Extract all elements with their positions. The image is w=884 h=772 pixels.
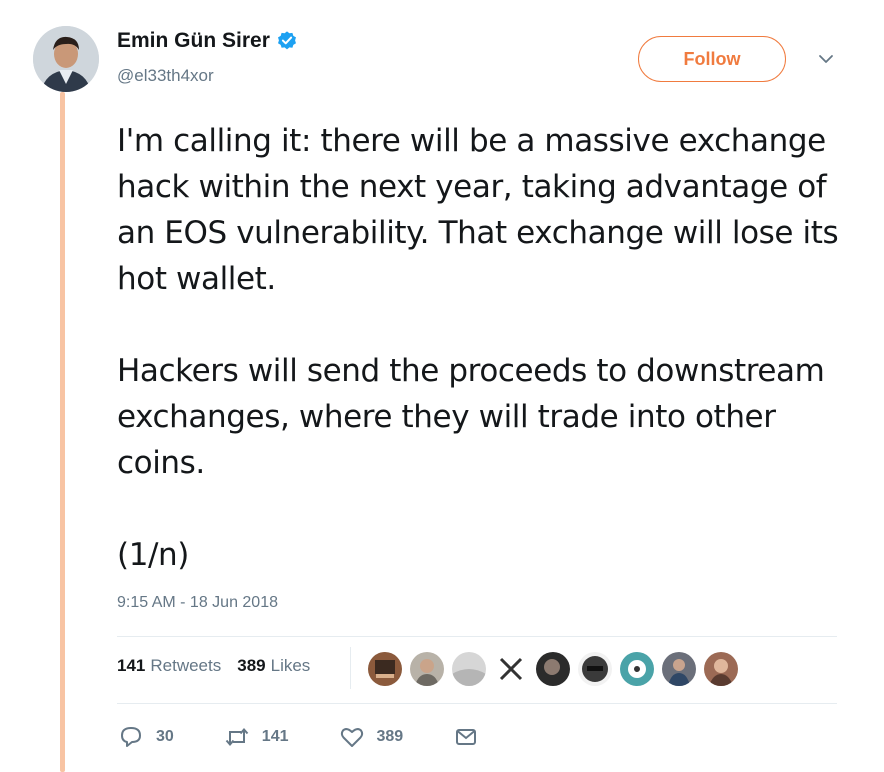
chevron-down-icon[interactable] [817,52,835,66]
tweet-paragraph: (1/n) [117,537,190,573]
display-name[interactable]: Emin Gün Sirer [117,29,270,53]
follow-button[interactable]: Follow [638,36,786,82]
divider [117,636,837,637]
liker-avatar[interactable] [662,652,696,686]
author-avatar[interactable] [33,26,99,92]
direct-message-button[interactable] [453,724,479,750]
liker-avatar[interactable] [704,652,738,686]
liker-avatars [368,652,746,686]
like-count: 389 [376,728,404,745]
mail-icon [456,729,477,745]
liker-avatar-logo[interactable] [494,652,528,686]
tweet-timestamp[interactable]: 9:15 AM - 18 Jun 2018 [117,594,278,612]
likes-stat[interactable]: 389 Likes [237,656,310,676]
divider [117,703,837,704]
retweets-count: 141 [117,656,146,675]
tweet-actions: 30 141 389 [118,724,529,750]
retweet-icon [225,727,249,747]
likes-count: 389 [237,656,266,675]
stats-separator [350,647,351,689]
like-button[interactable]: 389 [339,724,404,750]
heart-icon [340,728,363,747]
retweet-count: 141 [261,728,289,745]
tweet-paragraph: Hackers will send the proceeds to downst… [117,353,825,481]
reply-button[interactable]: 30 [118,724,174,750]
likes-label: Likes [270,656,311,675]
author-handle[interactable]: @el33th4xor [117,66,214,86]
tweet-stats: 141 Retweets 389 Likes [117,656,326,676]
reply-count: 30 [156,728,174,745]
liker-avatar[interactable] [536,652,570,686]
retweets-stat[interactable]: 141 Retweets [117,656,221,676]
tweet-paragraph: I'm calling it: there will be a massive … [117,123,839,297]
liker-avatar[interactable] [368,652,402,686]
thread-line [60,92,65,772]
reply-icon [121,727,141,747]
retweet-button[interactable]: 141 [224,724,289,750]
retweets-label: Retweets [150,656,222,675]
liker-avatar[interactable] [620,652,654,686]
liker-avatar[interactable] [578,652,612,686]
verified-badge-icon [277,31,296,50]
tweet-text: I'm calling it: there will be a massive … [117,118,857,578]
profile-photo-icon [33,26,99,92]
liker-avatar[interactable] [410,652,444,686]
liker-avatar[interactable] [452,652,486,686]
author-name-row[interactable]: Emin Gün Sirer [117,29,298,53]
